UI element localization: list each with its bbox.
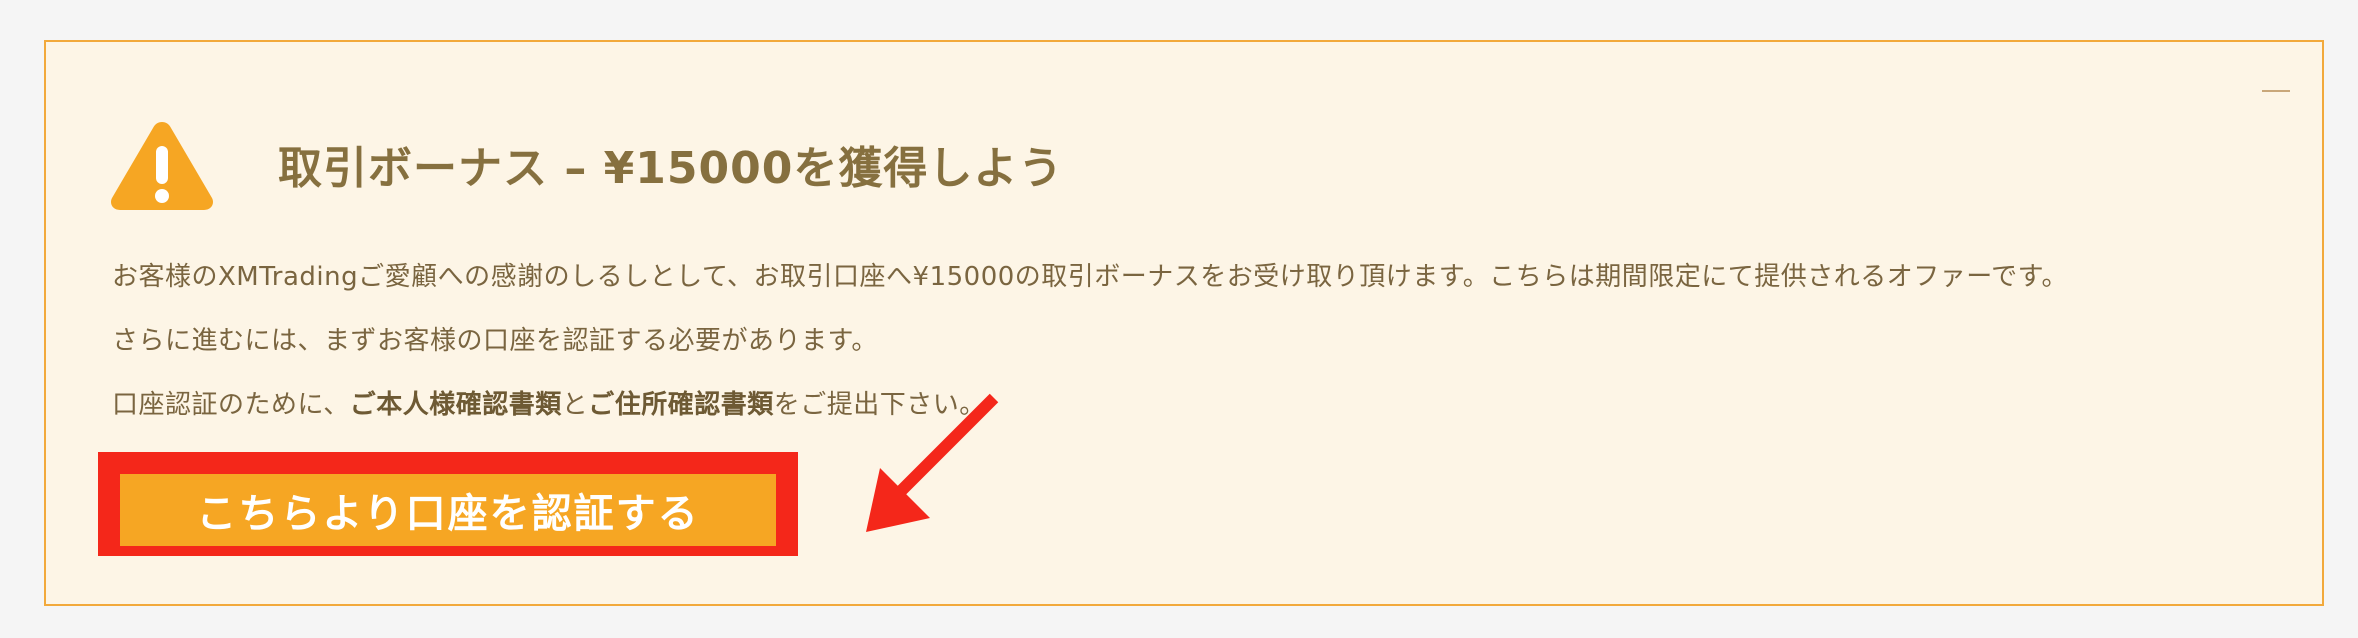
- notice-paragraph-offer: お客様のXMTradingご愛顧への感謝のしるしとして、お取引口座へ¥15000…: [112, 262, 2069, 292]
- identity-document-label: ご本人様確認書類: [349, 390, 562, 420]
- minimize-icon[interactable]: [2262, 90, 2290, 92]
- notice-title: 取引ボーナス – ¥15000を獲得しよう: [278, 143, 1064, 194]
- verify-account-button[interactable]: こちらより口座を認証する: [120, 474, 776, 546]
- documents-and: と: [561, 390, 589, 420]
- bonus-notice-panel: 取引ボーナス – ¥15000を獲得しよう お客様のXMTradingご愛顧への…: [44, 40, 2324, 606]
- minimize-button[interactable]: [2246, 72, 2306, 112]
- pointer-arrow-icon: [866, 393, 999, 532]
- notice-paragraph-verify: さらに進むには、まずお客様の口座を認証する必要があります。: [112, 326, 878, 356]
- address-document-label: ご住所確認書類: [588, 390, 774, 420]
- documents-prefix: 口座認証のために、: [112, 390, 350, 420]
- button-highlight-frame: こちらより口座を認証する: [98, 452, 798, 556]
- warning-icon: [110, 122, 214, 210]
